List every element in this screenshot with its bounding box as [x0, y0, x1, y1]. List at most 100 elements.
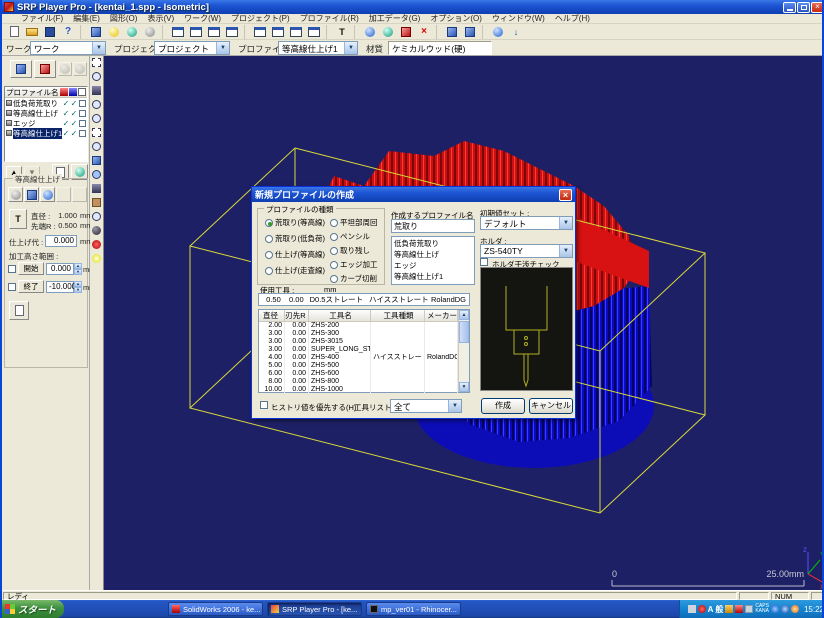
end-button[interactable]: 終了: [18, 280, 44, 293]
orbit-button[interactable]: [90, 70, 103, 83]
output-checkbox[interactable]: [79, 110, 86, 117]
chevron-down-icon[interactable]: ▼: [216, 42, 229, 54]
tray-network-icon[interactable]: [771, 605, 779, 613]
col-header-tip[interactable]: 刃先R: [285, 310, 309, 322]
radio-edge-machining[interactable]: エッジ加工: [330, 259, 378, 270]
menu-edit[interactable]: 編集(E): [68, 13, 105, 24]
col-header-maker[interactable]: メーカー: [425, 310, 458, 322]
profile-combo[interactable]: 等高線仕上げ1 ▼: [278, 41, 358, 55]
menu-help[interactable]: ヘルプ(H): [550, 13, 595, 24]
tray-app-icon[interactable]: [698, 605, 706, 613]
tool-row[interactable]: 10.000.00ZHS-1000: [259, 386, 469, 394]
profile-name-input[interactable]: 荒取り: [391, 219, 475, 233]
new-window-button[interactable]: [251, 24, 269, 39]
side-view-window-button[interactable]: [205, 24, 223, 39]
ime-conversion-mode[interactable]: 般: [715, 604, 723, 615]
edit-window-button[interactable]: [269, 24, 287, 39]
radio-curve-cutting[interactable]: カーブ切削: [330, 273, 377, 284]
col-header-name[interactable]: 工具名: [309, 310, 371, 322]
measure-button[interactable]: [90, 238, 103, 251]
existing-profile-item[interactable]: 低負荷荒取り: [394, 238, 472, 249]
output-settings-button[interactable]: [9, 301, 29, 320]
globe-view-button[interactable]: [379, 24, 397, 39]
spin-down-icon[interactable]: ▼: [74, 269, 82, 275]
iso-view-window-button[interactable]: [223, 24, 241, 39]
delete-button[interactable]: ×: [415, 24, 433, 39]
profile-row-selected[interactable]: 等高線仕上げ1 ✓ ✓: [5, 128, 87, 138]
radio-pencil[interactable]: ペンシル: [330, 231, 370, 242]
close-button[interactable]: ×: [811, 2, 824, 13]
existing-profile-item[interactable]: エッジ: [394, 260, 472, 271]
model-button[interactable]: [123, 24, 141, 39]
cancel-button[interactable]: キャンセル: [529, 398, 573, 414]
menu-file[interactable]: ファイル(F): [16, 13, 68, 24]
rotate-view-button[interactable]: [361, 24, 379, 39]
end-checkbox[interactable]: [8, 283, 16, 291]
profile-row[interactable]: エッジ ✓ ✓: [5, 118, 87, 128]
end-height-input[interactable]: -10.000: [46, 281, 74, 293]
existing-profiles-list[interactable]: 低負荷荒取り 等高線仕上げ エッジ 等高線仕上げ1: [391, 236, 475, 285]
start-height-input[interactable]: 0.000: [46, 263, 74, 275]
task-rhinoceros[interactable]: mp_ver01 - Rhinocer...: [366, 602, 461, 616]
pick-tool-button[interactable]: [443, 24, 461, 39]
open-file-button[interactable]: [23, 24, 41, 39]
create-all-toolpath-button[interactable]: [34, 60, 56, 78]
menu-view[interactable]: 表示(V): [142, 13, 179, 24]
tool-row[interactable]: 4.000.00ZHS-400ハイスストレートRolandDG: [259, 354, 469, 362]
end-height-spinner[interactable]: ▲▼: [74, 281, 82, 293]
create-button[interactable]: 作成: [481, 398, 525, 414]
tool-row[interactable]: 2.000.00ZHS-200: [259, 322, 469, 330]
rotate-view-button[interactable]: [90, 140, 103, 153]
output-data-button[interactable]: ↓: [507, 24, 525, 39]
start-button[interactable]: スタート: [0, 600, 64, 618]
create-toolpath-button[interactable]: [10, 60, 32, 78]
fit-view-button[interactable]: [90, 168, 103, 181]
radio-flat-area[interactable]: 平坦部周回: [330, 217, 378, 228]
profile-list-header[interactable]: プロファイル名: [5, 87, 87, 98]
simulate-button[interactable]: [489, 24, 507, 39]
preset-combo[interactable]: デフォルト ▼: [480, 216, 573, 230]
curve-mode-button[interactable]: [40, 187, 55, 202]
top-view-window-button[interactable]: [187, 24, 205, 39]
dialog-title-bar[interactable]: 新規プロファイルの作成 ×: [252, 187, 575, 202]
project-combo[interactable]: プロジェクト ▼: [154, 41, 230, 55]
output-checkbox[interactable]: [79, 120, 86, 127]
holder-clearance-checkbox[interactable]: [480, 258, 488, 266]
menu-profile[interactable]: プロファイル(R): [295, 13, 364, 24]
export-model-button[interactable]: [141, 24, 159, 39]
pick-tool2-button[interactable]: [461, 24, 479, 39]
tool-row[interactable]: 6.000.00ZHS-600: [259, 370, 469, 378]
output-checkbox[interactable]: [79, 100, 86, 107]
tray-safely-remove-icon[interactable]: [781, 605, 789, 613]
menu-project[interactable]: プロジェクト(P): [226, 13, 295, 24]
tool-row[interactable]: 3.000.00ZHS-3015: [259, 338, 469, 346]
move-button[interactable]: [90, 182, 103, 195]
start-button[interactable]: 開始: [18, 262, 44, 275]
tool-list-combo[interactable]: 全て ▼: [390, 399, 462, 413]
tool-select-button[interactable]: T: [9, 209, 27, 229]
chevron-down-icon[interactable]: ▼: [559, 245, 572, 257]
menu-shape[interactable]: 図形(O): [105, 13, 143, 24]
tool-row[interactable]: 5.000.00ZHS-500: [259, 362, 469, 370]
radio-roughing-contour[interactable]: 荒取り(等高線): [265, 217, 325, 228]
scroll-up-icon[interactable]: ▲: [459, 310, 469, 320]
save-button[interactable]: [41, 24, 59, 39]
task-solidworks[interactable]: SolidWorks 2006 - ke...: [168, 602, 263, 616]
help-button[interactable]: ?: [59, 24, 77, 39]
chevron-down-icon[interactable]: ▼: [448, 400, 461, 412]
history-priority-checkbox[interactable]: [260, 401, 268, 409]
cascade-window-button[interactable]: [287, 24, 305, 39]
tray-alert-icon[interactable]: [735, 605, 743, 613]
scroll-thumb[interactable]: [459, 321, 469, 343]
solid-view-button[interactable]: [397, 24, 415, 39]
tray-device-icon[interactable]: [688, 605, 696, 613]
radio-roughing-lowload[interactable]: 荒取り(低負荷): [265, 233, 325, 244]
tray-tool-icon[interactable]: [725, 605, 733, 613]
start-height-spinner[interactable]: ▲▼: [74, 263, 82, 275]
menu-toolpath[interactable]: 加工データ(G): [364, 13, 426, 24]
profile-row[interactable]: 等高線仕上げ ✓ ✓: [5, 108, 87, 118]
profile-row[interactable]: 低負荷荒取り ✓ ✓: [5, 98, 87, 108]
allowance-input[interactable]: 0.000: [45, 235, 77, 247]
dialog-close-button[interactable]: ×: [559, 189, 572, 201]
menu-options[interactable]: オプション(O): [425, 13, 487, 24]
